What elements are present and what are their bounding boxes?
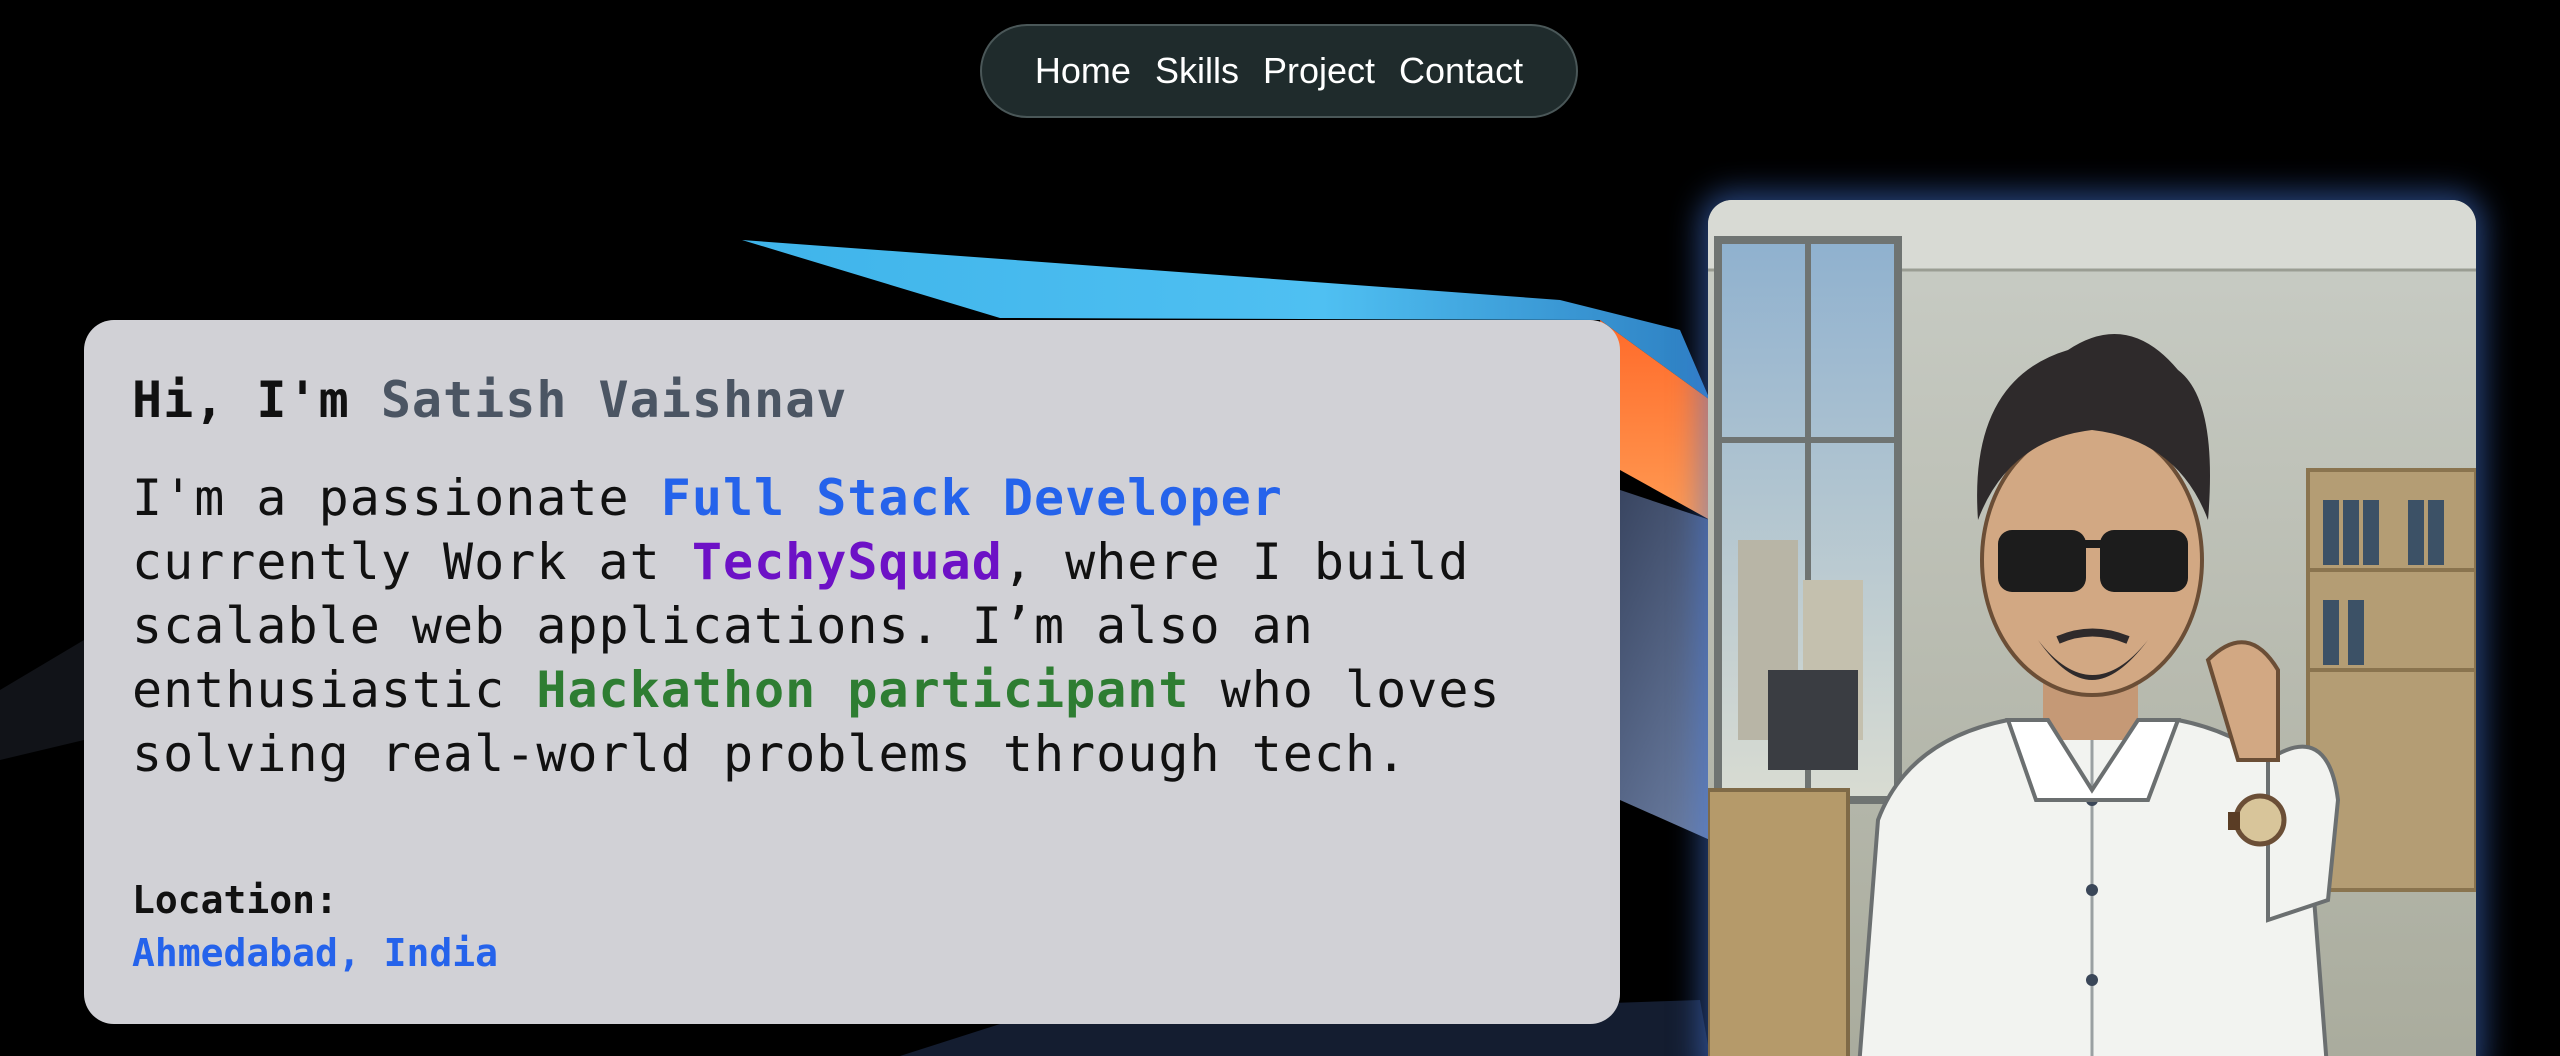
bio-text-2: currently Work at [132,533,692,591]
developer-portrait-illustration [1708,200,2476,1056]
bio-text-1: I'm a passionate [132,469,661,527]
bio-role-highlight: Full Stack Developer [660,469,1283,527]
top-navigation: Home Skills Project Contact [980,24,1578,118]
greeting-prefix: Hi, I'm [132,371,350,429]
bio-company-highlight: TechySquad [691,533,1003,591]
developer-portrait [1708,200,2476,1056]
location-value: Ahmedabad, India [132,931,499,976]
intro-card: Hi, I'm Satish Vaishnav I'm a passionate… [84,320,1620,1024]
nav-project[interactable]: Project [1263,50,1375,92]
nav-contact[interactable]: Contact [1399,50,1523,92]
developer-name: Satish Vaishnav [380,371,848,429]
greeting-heading: Hi, I'm Satish Vaishnav [132,370,1572,430]
nav-skills[interactable]: Skills [1155,50,1239,92]
nav-home[interactable]: Home [1035,50,1131,92]
bio-hackathon-highlight: Hackathon participant [536,661,1190,719]
bio-paragraph: I'm a passionate Full Stack Developer cu… [132,466,1572,786]
location-label: Location: [132,878,338,922]
